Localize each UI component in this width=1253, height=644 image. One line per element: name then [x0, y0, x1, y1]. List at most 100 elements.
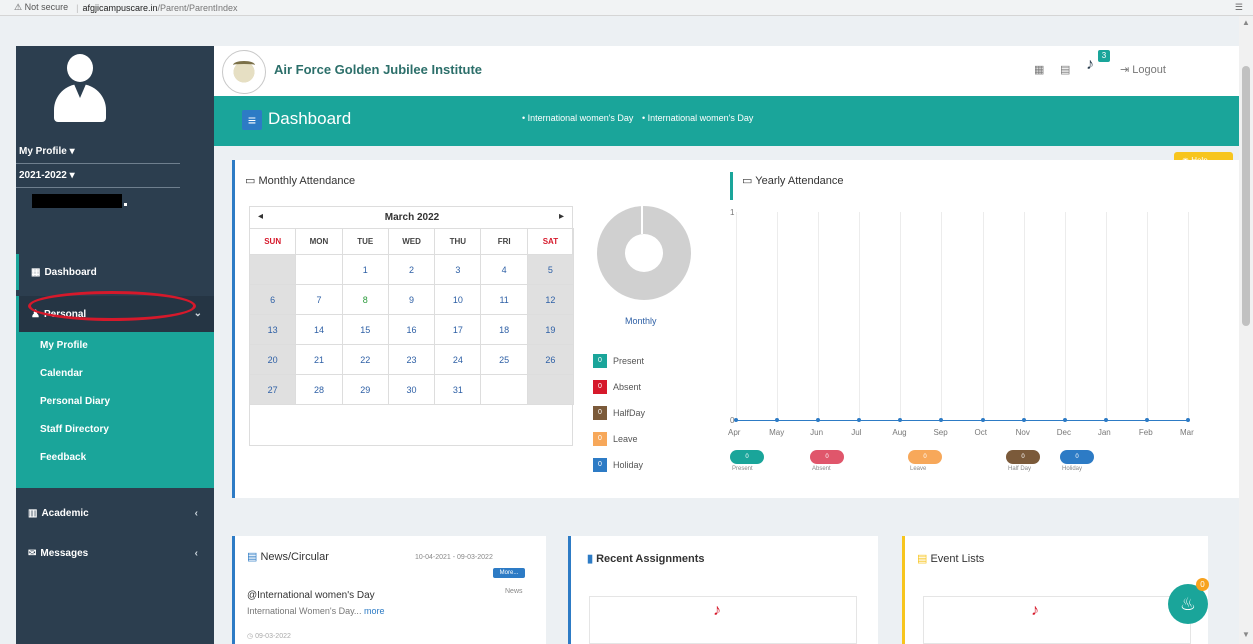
hamburger-menu-icon[interactable]: ≡	[242, 110, 262, 130]
chevron-left-icon: ‹	[194, 507, 198, 519]
calendar-day-cell[interactable]: 6	[250, 285, 297, 315]
sidebar-item-dashboard[interactable]: ▦ Dashboard	[16, 254, 214, 290]
legend-item: 0 Holiday	[593, 458, 643, 472]
calendar-day-cell[interactable]: 23	[388, 345, 436, 375]
legend-swatch: 0	[593, 458, 607, 472]
calendar-day-cell[interactable]: 8	[342, 285, 389, 315]
address-bar[interactable]: ⚠ Not secure | afgjicampuscare.in /Paren…	[0, 0, 1253, 16]
calendar-day-cell[interactable]: 10	[435, 285, 482, 315]
data-point[interactable]	[857, 418, 862, 422]
next-month-icon[interactable]: ▸	[559, 211, 564, 222]
data-point[interactable]	[1144, 418, 1149, 422]
calendar-day-cell[interactable]: 16	[388, 315, 436, 345]
data-point[interactable]	[1062, 418, 1067, 422]
x-tick-label: Jun	[810, 428, 824, 437]
sidebar-item-academic[interactable]: ▥ Academic ‹	[16, 498, 214, 528]
calendar-day-cell[interactable]: 7	[296, 285, 343, 315]
academic-year-dropdown[interactable]: 2021-2022 ▾	[16, 170, 180, 188]
scroll-up-icon[interactable]: ▲	[1242, 18, 1250, 27]
extension-icon[interactable]: ☰	[1235, 2, 1243, 13]
submenu-my-profile[interactable]: My Profile	[40, 340, 88, 351]
data-point[interactable]	[898, 418, 903, 422]
calendar-day-cell[interactable]: 12	[527, 285, 575, 315]
x-tick-label: Apr	[728, 428, 741, 437]
calendar-day-cell[interactable]: 24	[435, 345, 482, 375]
page-scrollbar[interactable]: ▲ ▼	[1239, 16, 1253, 644]
grid-line	[1188, 212, 1189, 420]
data-point[interactable]	[1186, 418, 1190, 422]
news-more-button[interactable]: More...	[493, 568, 525, 578]
data-point[interactable]	[980, 418, 985, 422]
legend-label: Holiday	[613, 460, 644, 470]
my-profile-dropdown[interactable]: My Profile ▾	[16, 146, 180, 164]
calendar-day-cell[interactable]: 13	[250, 315, 297, 345]
submenu-feedback[interactable]: Feedback	[40, 452, 86, 463]
x-axis	[736, 420, 1188, 421]
calendar-day-cell[interactable]: 30	[388, 375, 436, 405]
logout-label: Logout	[1132, 64, 1166, 76]
donut-gap	[641, 206, 643, 234]
calendar-day-cell[interactable]: 4	[481, 255, 528, 285]
data-point[interactable]	[1021, 418, 1026, 422]
grid-icon[interactable]: ▦	[1034, 63, 1044, 76]
url-path: /Parent/ParentIndex	[157, 2, 238, 13]
news-ticker[interactable]: • International women's Day • Internatio…	[522, 113, 759, 123]
calendar-day-cell[interactable]: 17	[435, 315, 482, 345]
calendar-day-cell[interactable]: 3	[435, 255, 482, 285]
grid-line	[859, 212, 861, 420]
data-point[interactable]	[1103, 418, 1108, 422]
calendar-day-cell[interactable]: 27	[250, 375, 297, 405]
events-title-text: Event Lists	[930, 553, 985, 565]
legend-label: Absent	[613, 382, 642, 392]
news-circular-panel: ▤ News/Circular 10-04-2021 - 09-03-2022 …	[232, 536, 546, 644]
calendar-day-cell[interactable]: 26	[527, 345, 575, 375]
data-point[interactable]	[939, 418, 944, 422]
calendar-day-cell[interactable]: 9	[388, 285, 436, 315]
donut-label: Monthly	[625, 316, 657, 326]
sidebar: My Profile ▾ 2021-2022 ▾ ▦ Dashboard ♟ P…	[16, 46, 214, 644]
calendar-day-cell[interactable]: 22	[342, 345, 389, 375]
calendar-day-cell[interactable]: 2	[388, 255, 436, 285]
calendar-day-cell[interactable]: 1	[342, 255, 389, 285]
news-title-text: News/Circular	[260, 551, 329, 563]
data-point[interactable]	[775, 418, 780, 422]
calendar-day-cell[interactable]: 31	[435, 375, 482, 405]
x-tick-label: Aug	[892, 428, 907, 437]
calendar-day-cell[interactable]: 25	[481, 345, 528, 375]
news-headline[interactable]: @International women's Day	[247, 590, 375, 601]
data-point[interactable]	[816, 418, 821, 422]
calendar-day-cell[interactable]: 20	[250, 345, 297, 375]
scroll-thumb[interactable]	[1242, 66, 1250, 326]
personal-submenu: My Profile Calendar Personal Diary Staff…	[16, 332, 214, 488]
list-icon[interactable]: ▤	[1060, 63, 1070, 76]
notification-icon[interactable]: ♪	[1086, 56, 1094, 74]
calendar-day-cell[interactable]: 18	[481, 315, 528, 345]
panel-accent	[730, 172, 733, 200]
submenu-calendar[interactable]: Calendar	[40, 368, 83, 379]
calendar-day-cell[interactable]: 28	[296, 375, 343, 405]
ticker-item[interactable]: • International women's Day	[522, 113, 633, 123]
ticker-item[interactable]: • International women's Day	[642, 113, 753, 123]
submenu-personal-diary[interactable]: Personal Diary	[40, 396, 110, 407]
sidebar-item-messages[interactable]: ✉ Messages ‹	[16, 538, 214, 568]
institute-logo	[222, 50, 266, 94]
recent-assignments-panel: ▮ Recent Assignments ♪	[568, 536, 878, 644]
calendar-day-cell[interactable]: 5	[527, 255, 575, 285]
x-tick-label: Jan	[1097, 428, 1111, 437]
x-tick-label: Jul	[851, 428, 862, 437]
calendar-day-cell[interactable]: 19	[527, 315, 575, 345]
event-lists-panel: ▤ Event Lists ♪	[902, 536, 1208, 644]
calendar-day-cell[interactable]: 21	[296, 345, 343, 375]
calendar-day-cell[interactable]: 14	[296, 315, 343, 345]
academic-year-label: 2021-2022 ▾	[19, 170, 75, 181]
calendar-day-cell[interactable]: 29	[342, 375, 389, 405]
calendar-day-cell[interactable]: 11	[481, 285, 528, 315]
summary-pill: 0	[810, 450, 844, 464]
logout-button[interactable]: ⇥ Logout	[1120, 63, 1166, 76]
scroll-down-icon[interactable]: ▼	[1242, 630, 1250, 639]
calendar-day-cell[interactable]: 15	[342, 315, 389, 345]
news-more-link[interactable]: more	[364, 606, 385, 616]
monthly-attendance-title: ▭ Monthly Attendance	[245, 174, 355, 187]
data-point[interactable]	[734, 418, 738, 422]
submenu-staff-directory[interactable]: Staff Directory	[40, 424, 109, 435]
